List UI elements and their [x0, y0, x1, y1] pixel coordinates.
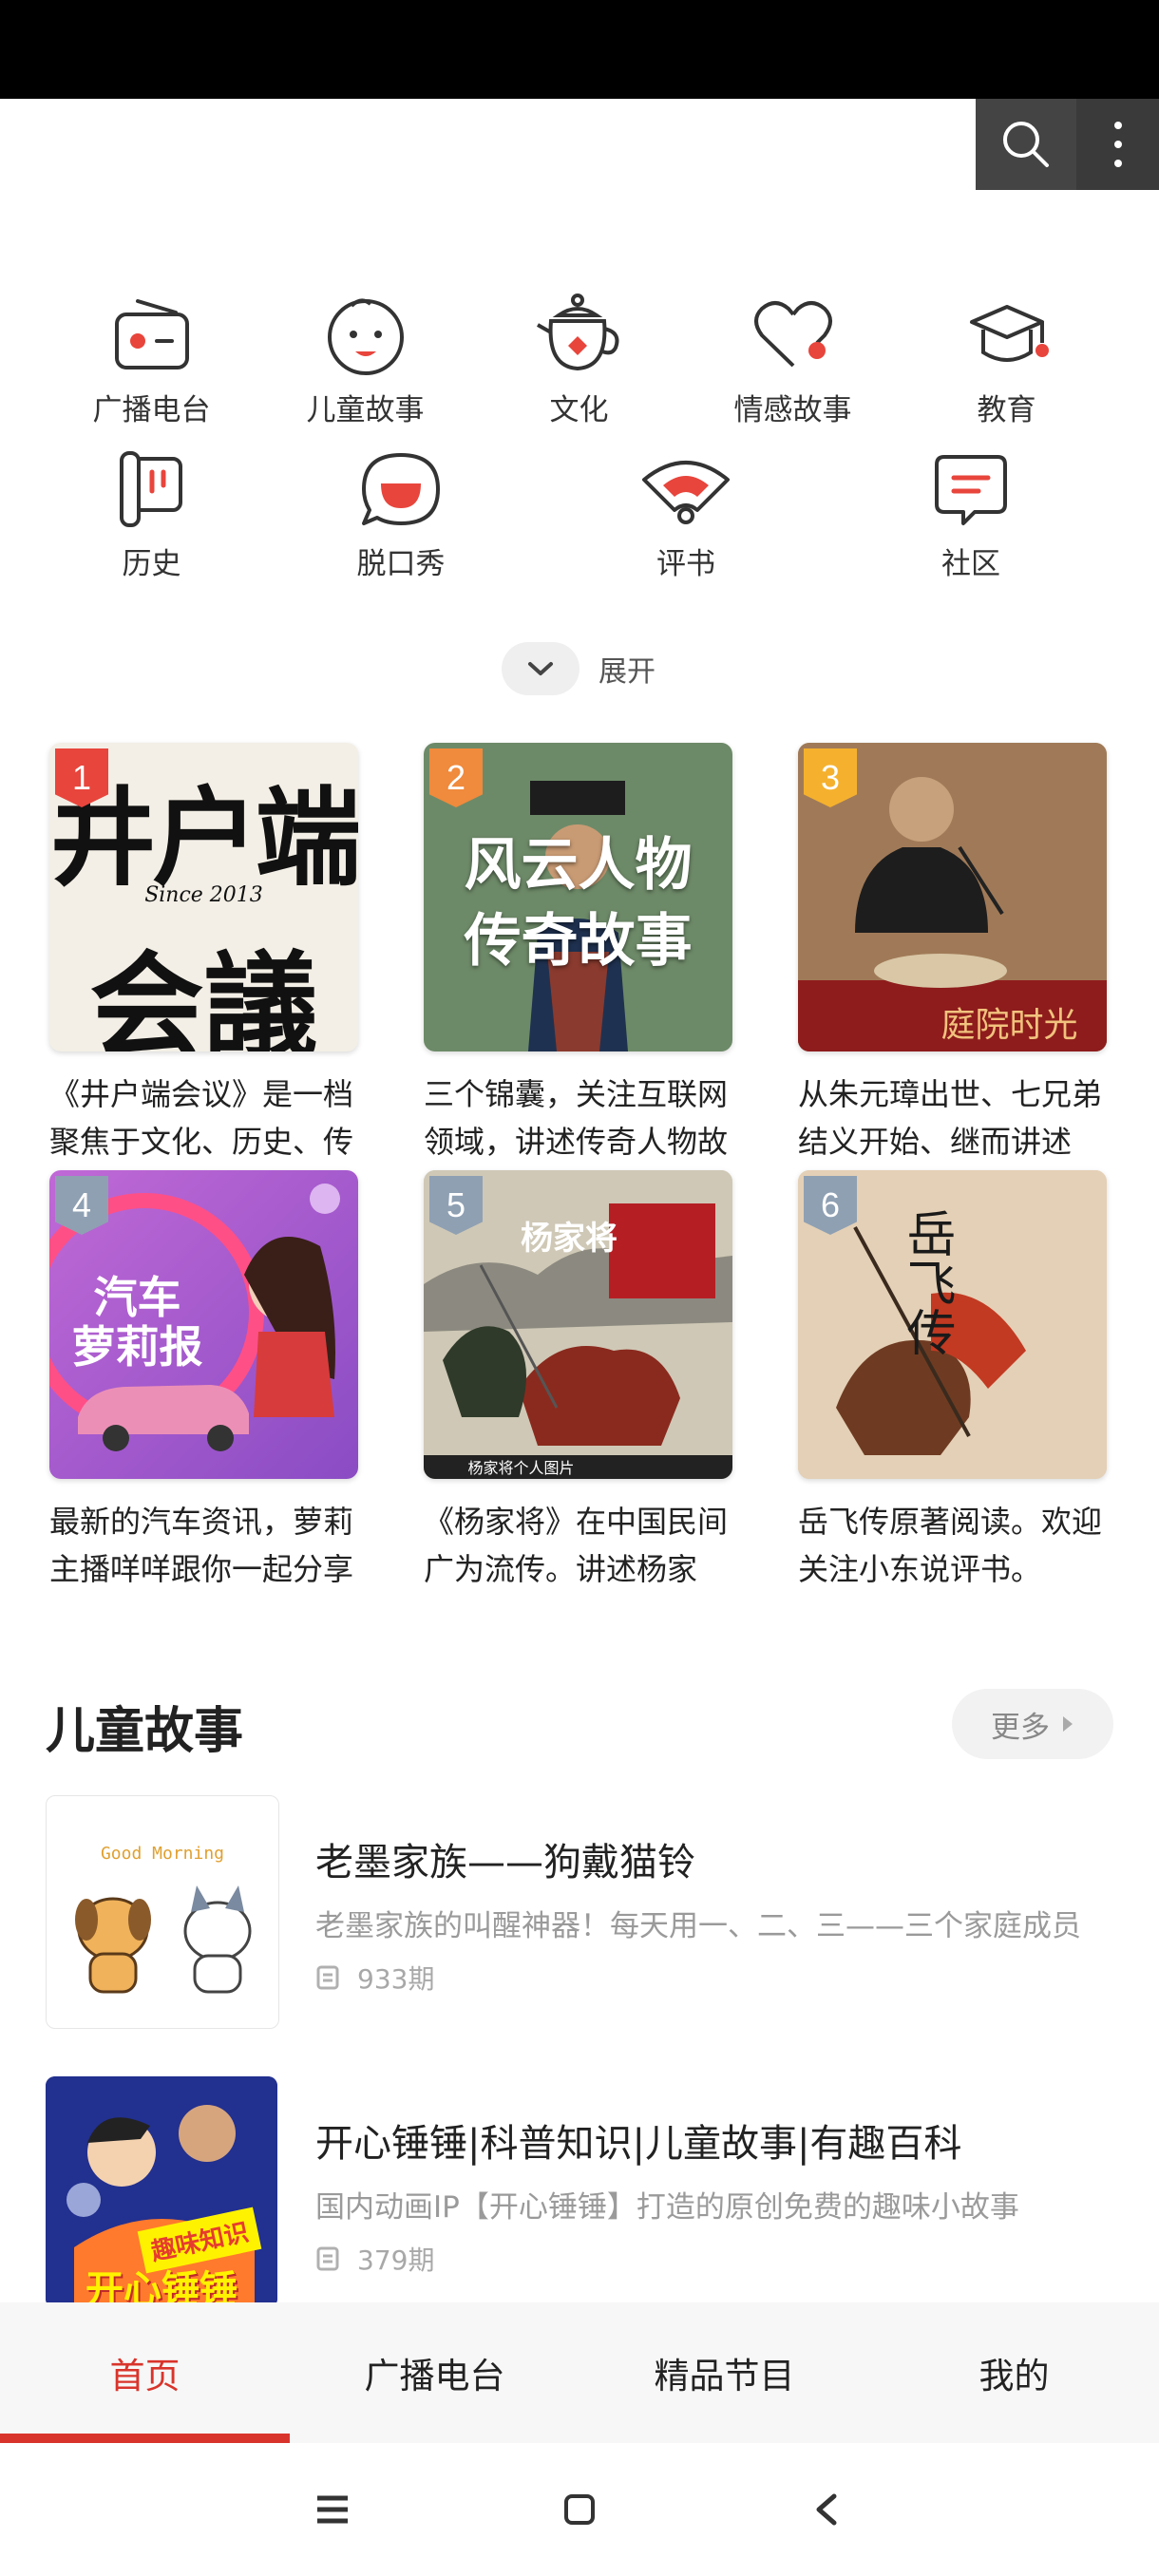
card-description: 从朱元璋出世、七兄弟结义开始、继而讲述 — [798, 1076, 1103, 1160]
chat-bubble-icon — [353, 446, 448, 532]
category-community[interactable]: 社区 — [828, 446, 1113, 582]
tab-premium[interactable]: 精品节目 — [580, 2302, 869, 2443]
episode-count: 379期 — [315, 2240, 434, 2278]
section-title: 儿童故事 — [46, 1703, 244, 1760]
bottom-nav: 首页 广播电台 精品节目 我的 — [0, 2302, 1159, 2443]
rank-card[interactable]: 汽车 萝莉报 4 最新的汽车资讯，萝莉主播咩咩跟你一起分享 — [49, 1170, 358, 1589]
category-row-1: 广播电台 儿童故事 文化 情感故事 教育 — [0, 293, 1159, 428]
expand-label: 展开 — [598, 655, 656, 689]
category-label: 儿童故事 — [306, 393, 425, 427]
child-face-icon — [318, 293, 413, 378]
category-label: 教育 — [977, 393, 1036, 427]
rank-card[interactable]: 杨家将 杨家将个人图片 5 《杨家将》在中国民间广为流传。讲述杨家 — [424, 1170, 732, 1589]
item-cover: Good Morning — [46, 1795, 279, 2029]
card-description: 三个锦囊，关注互联网领域，讲述传奇人物故事 — [424, 1076, 729, 1160]
category-label: 文化 — [549, 393, 609, 427]
category-history[interactable]: 历史 — [45, 446, 258, 582]
item-cover: 趣味知识 开心锤锤 — [46, 2076, 277, 2308]
tab-mine[interactable]: 我的 — [869, 2302, 1159, 2443]
category-radio[interactable]: 广播电台 — [45, 293, 258, 428]
list-item[interactable]: 趣味知识 开心锤锤 开心锤锤|科普知识|儿童故事|有趣百科 国内动画IP【开心锤… — [46, 2076, 1113, 2310]
heart-icon — [746, 293, 841, 378]
chevron-down-icon — [502, 642, 580, 695]
active-tab-indicator — [0, 2434, 290, 2443]
chevron-right-icon — [1063, 1716, 1073, 1732]
rank-card[interactable]: 风云人物 传奇故事 2 三个锦囊，关注互联网领域，讲述传奇人物故事 — [424, 743, 732, 1162]
category-label: 广播电台 — [92, 393, 211, 427]
tab-home[interactable]: 首页 — [0, 2302, 290, 2443]
teapot-icon — [532, 293, 627, 378]
radio-icon — [104, 293, 200, 378]
more-label: 更多 — [991, 1710, 1050, 1745]
rank-card[interactable]: 岳飞传 6 岳飞传原著阅读。欢迎关注小东说评书。 — [798, 1170, 1107, 1589]
graduation-cap-icon — [960, 293, 1054, 378]
item-title: 老墨家族——狗戴猫铃 — [315, 1841, 695, 1885]
rank-card[interactable]: 井户端 Since 2013 会議 1 《井户端会议》是一档聚焦于文化、历史、传… — [49, 743, 358, 1162]
category-children-story[interactable]: 儿童故事 — [258, 293, 472, 428]
status-bar — [0, 0, 1159, 99]
more-vertical-icon — [1113, 122, 1122, 167]
card-description: 《杨家将》在中国民间广为流传。讲述杨家 — [424, 1504, 729, 1587]
tab-radio[interactable]: 广播电台 — [290, 2302, 580, 2443]
recent-apps-button[interactable] — [209, 2494, 456, 2525]
category-label: 社区 — [941, 547, 1000, 581]
more-button[interactable]: 更多 — [952, 1689, 1113, 1759]
item-subtitle: 国内动画IP【开心锤锤】打造的原创免费的趣味小故事 — [315, 2190, 1019, 2225]
episode-count: 933期 — [315, 1959, 434, 1997]
card-description: 最新的汽车资讯，萝莉主播咩咩跟你一起分享 — [49, 1504, 354, 1587]
folding-fan-icon — [638, 446, 733, 532]
scroll-icon — [104, 446, 200, 532]
episodes-icon — [316, 2246, 339, 2271]
message-icon — [923, 446, 1018, 532]
rank-card[interactable]: 庭院时光 3 从朱元璋出世、七兄弟结义开始、继而讲述 — [798, 743, 1107, 1162]
search-button[interactable] — [976, 99, 1076, 190]
episodes-icon — [316, 1965, 339, 1990]
item-subtitle: 老墨家族的叫醒神器！每天用一、二、三——三个家庭成员 — [315, 1909, 1081, 1943]
square-icon — [564, 2494, 595, 2525]
episode-count-text: 379期 — [357, 2245, 435, 2276]
top-actions — [976, 99, 1159, 190]
back-arrow-icon — [816, 2493, 837, 2526]
home-button[interactable] — [456, 2492, 703, 2527]
category-label: 情感故事 — [733, 393, 852, 427]
search-icon — [1003, 122, 1049, 167]
category-talk-show[interactable]: 脱口秀 — [258, 446, 543, 582]
more-menu-button[interactable] — [1076, 99, 1159, 190]
category-label: 脱口秀 — [356, 547, 446, 581]
category-storytelling[interactable]: 评书 — [543, 446, 828, 582]
menu-icon — [317, 2495, 348, 2524]
card-description: 岳飞传原著阅读。欢迎关注小东说评书。 — [798, 1504, 1103, 1587]
category-label: 历史 — [122, 547, 181, 581]
category-culture[interactable]: 文化 — [472, 293, 686, 428]
item-title: 开心锤锤|科普知识|儿童故事|有趣百科 — [315, 2122, 962, 2166]
category-label: 评书 — [656, 547, 715, 581]
expand-toggle[interactable]: 展开 — [502, 642, 656, 695]
card-description: 《井户端会议》是一档聚焦于文化、历史、传播的深度播客节目 — [49, 1076, 354, 1160]
category-emotion-story[interactable]: 情感故事 — [686, 293, 900, 428]
category-education[interactable]: 教育 — [900, 293, 1113, 428]
back-button[interactable] — [703, 2492, 950, 2527]
system-navigation-bar — [0, 2443, 1159, 2576]
list-item[interactable]: Good Morning 老墨家族——狗戴猫铃 老墨家族的叫醒神器！每天用一、二… — [46, 1795, 1113, 2029]
category-row-2: 历史 脱口秀 评书 社区 — [0, 446, 1159, 582]
episode-count-text: 933期 — [357, 1963, 435, 1995]
